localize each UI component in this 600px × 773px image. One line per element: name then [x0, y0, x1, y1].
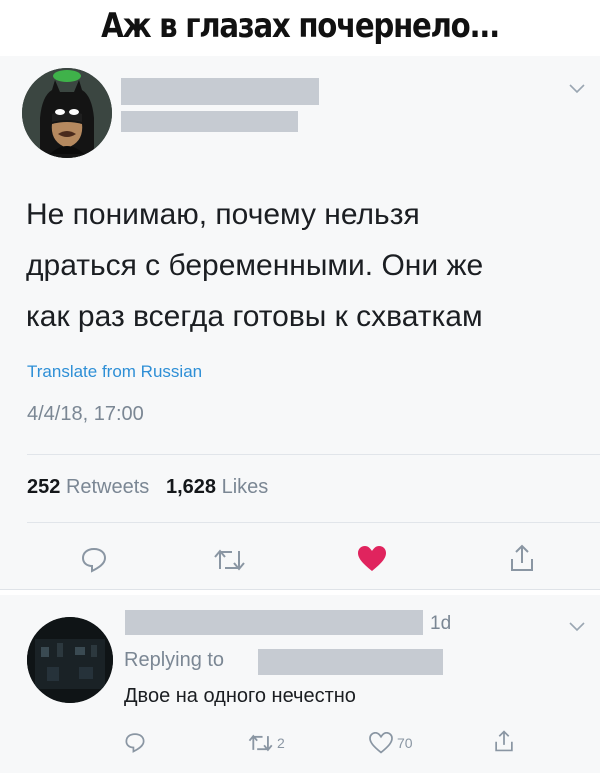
meme-caption: Аж в глазах почернело... — [101, 6, 500, 46]
reply-icon — [81, 547, 107, 573]
divider — [27, 522, 600, 523]
likes-label[interactable]: Likes — [222, 476, 269, 498]
retweet-button[interactable] — [213, 547, 247, 578]
reply-age: 1d — [430, 613, 452, 634]
share-icon — [511, 544, 533, 571]
batman-avatar-icon — [22, 68, 112, 158]
author-avatar[interactable] — [22, 68, 112, 158]
reply-author-name-redacted — [125, 610, 423, 635]
reply-icon — [125, 733, 145, 753]
reply-text: Двое на одного нечестно — [124, 685, 356, 707]
tweet-timestamp: 4/4/18, 17:00 — [27, 403, 144, 425]
share-icon — [495, 730, 513, 752]
reply-button[interactable] — [80, 545, 108, 578]
heart-outline-icon — [369, 731, 393, 754]
tweet-text-line: драться с беременными. Они же — [26, 249, 484, 282]
retweets-label[interactable]: Retweets — [66, 476, 149, 498]
replying-to-handle-redacted[interactable] — [258, 649, 443, 675]
retweet-icon — [214, 549, 245, 571]
tweet-text-line: Не понимаю, почему нельзя — [26, 198, 420, 231]
like-button[interactable] — [357, 545, 387, 578]
reply-like-count: 70 — [397, 735, 413, 751]
share-button[interactable] — [508, 543, 536, 578]
tweet-menu-chevron-icon[interactable] — [568, 82, 586, 100]
heart-filled-icon — [358, 546, 386, 571]
retweet-icon — [248, 734, 273, 752]
reply-tweet: 1d Replying to Двое на одного нечестно 2… — [0, 595, 600, 773]
reply-author-avatar[interactable] — [27, 617, 113, 703]
divider — [0, 589, 600, 590]
divider — [27, 454, 600, 455]
tweet-text: Не понимаю, почему нельзя драться с бере… — [26, 189, 586, 342]
main-tweet: Не понимаю, почему нельзя драться с бере… — [0, 56, 600, 589]
reply-menu-chevron-icon[interactable] — [568, 620, 586, 638]
reply-retweet-count: 2 — [277, 735, 285, 751]
likes-count[interactable]: 1,628 — [166, 476, 216, 498]
tweet-stats: 252 Retweets 1,628 Likes — [27, 476, 268, 499]
reply-share-button[interactable] — [493, 729, 515, 758]
dark-photo-avatar-icon — [27, 617, 113, 703]
reply-like-button[interactable] — [369, 731, 393, 759]
reply-retweet-button[interactable] — [247, 733, 275, 758]
replying-to-label: Replying to — [124, 649, 225, 671]
author-name-redacted — [121, 78, 319, 105]
tweet-text-line: как раз всегда готовы к схваткам — [26, 300, 483, 333]
author-handle-redacted — [121, 111, 298, 132]
retweets-count[interactable]: 252 — [27, 476, 60, 498]
translate-link[interactable]: Translate from Russian — [27, 362, 202, 382]
reply-reply-button[interactable] — [124, 731, 146, 758]
